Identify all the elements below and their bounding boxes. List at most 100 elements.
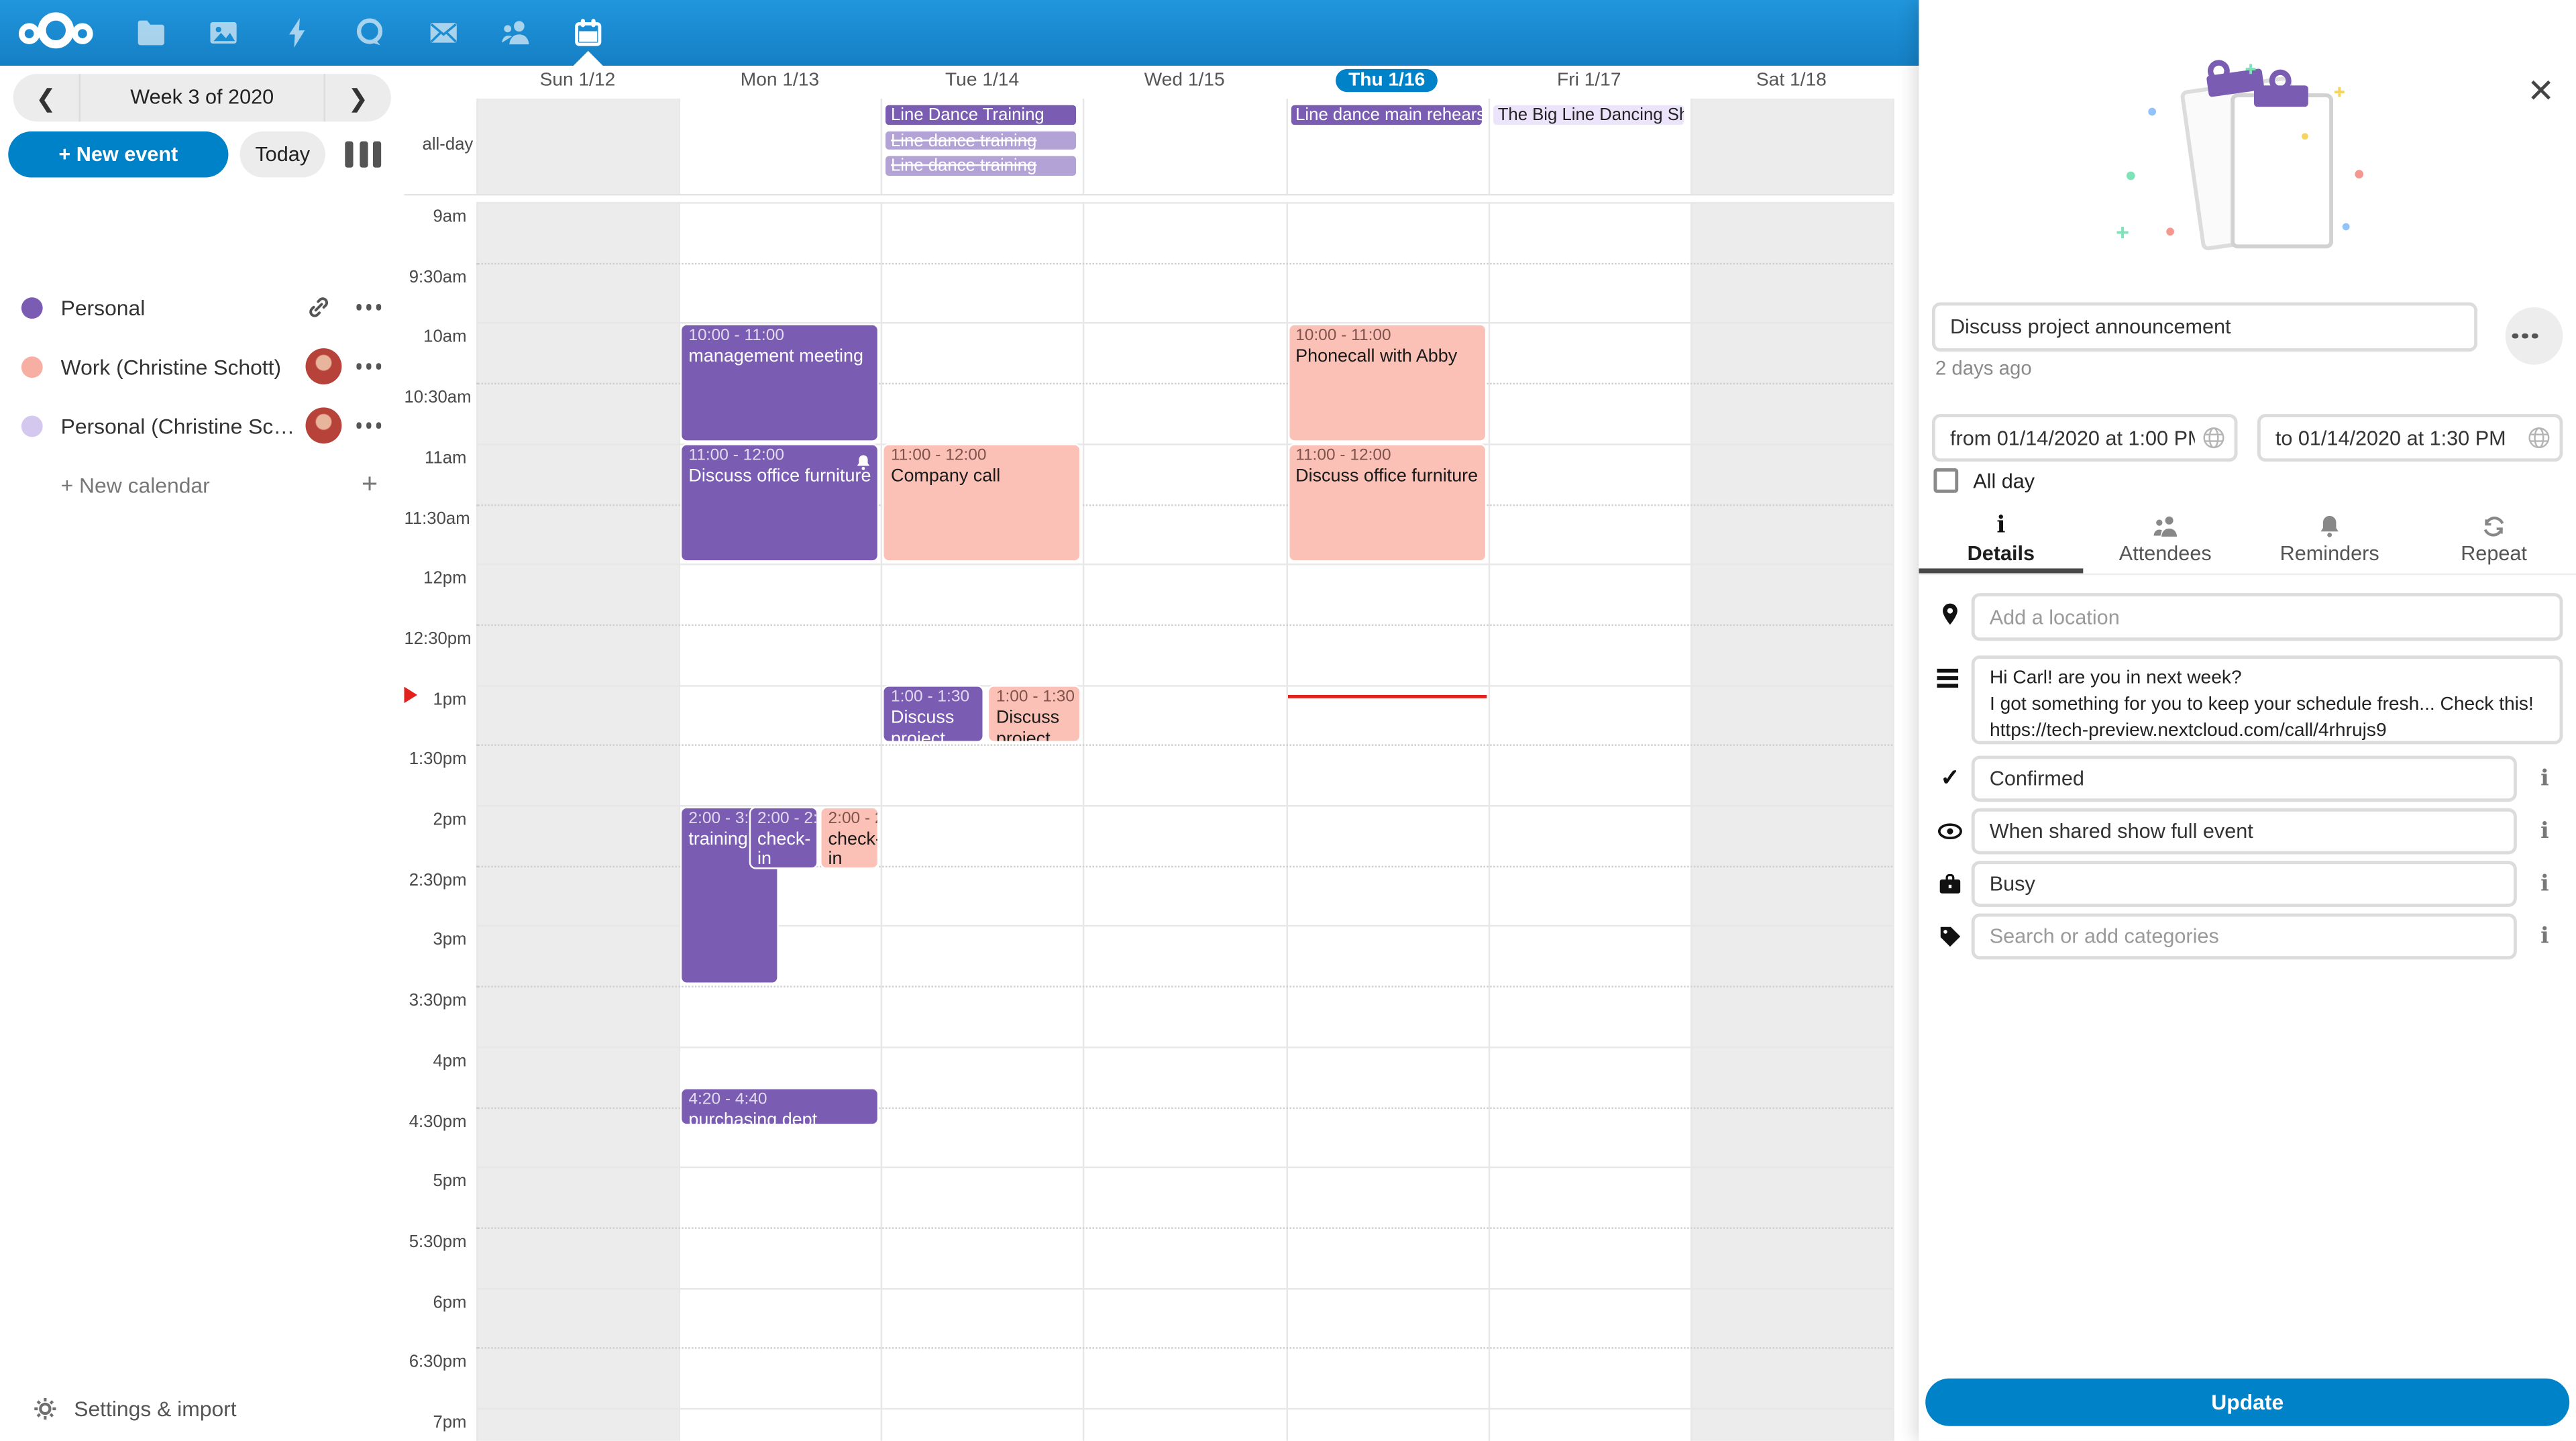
week-navigation: ❮ Week 3 of 2020 ❯: [13, 74, 391, 121]
contacts-app-icon[interactable]: [499, 16, 532, 49]
time-label: 4pm: [404, 1051, 466, 1071]
day-header[interactable]: Wed 1/15: [1083, 66, 1286, 99]
time-label: 7pm: [404, 1413, 466, 1432]
status-info-icon[interactable]: i: [2536, 765, 2553, 792]
calendar-color-dot: [21, 356, 43, 377]
settings-import-button[interactable]: Settings & import: [0, 1385, 404, 1431]
day-header[interactable]: Mon 1/13: [679, 66, 881, 99]
calendar-list-item-personal-shared[interactable]: Personal (Christine Scho...): [0, 403, 404, 449]
time-label: 6pm: [404, 1292, 466, 1312]
timezone-globe-icon[interactable]: [2202, 425, 2226, 450]
event-time: 10:00 - 11:00: [688, 327, 871, 346]
tab-attendees[interactable]: Attendees: [2083, 509, 2247, 574]
all-day-event[interactable]: The Big Line Dancing Show: [1491, 103, 1685, 125]
shared-by-avatar: [306, 407, 342, 443]
calendar-event[interactable]: 1:00 - 1:30Discuss project announcement: [883, 685, 985, 743]
new-event-button[interactable]: + New event: [8, 131, 228, 178]
photos-app-icon[interactable]: [208, 16, 241, 49]
location-input[interactable]: [1972, 593, 2563, 641]
calendar-menu-icon[interactable]: [352, 423, 381, 429]
day-header[interactable]: Tue 1/14: [881, 66, 1083, 99]
calendar-list-item-personal[interactable]: Personal: [0, 284, 404, 331]
all-day-label: all-day: [404, 135, 473, 154]
calendar-menu-icon[interactable]: [352, 364, 381, 370]
day-header[interactable]: Sun 1/12: [476, 66, 679, 99]
share-link-icon[interactable]: [306, 294, 332, 320]
calendar-event[interactable]: 2:00 - 2:30check-in: [820, 806, 879, 869]
day-header[interactable]: Thu 1/16: [1285, 66, 1488, 99]
visibility-select[interactable]: [1972, 808, 2517, 855]
event-title: management meeting: [688, 346, 871, 367]
mail-app-icon[interactable]: [427, 16, 460, 49]
all-day-checkbox[interactable]: [1933, 468, 1958, 493]
tab-repeat[interactable]: Repeat: [2412, 509, 2576, 574]
all-day-event[interactable]: Line Dance Training: [884, 103, 1078, 125]
calendar-event[interactable]: 11:00 - 12:00Discuss office furniture: [1287, 444, 1487, 562]
all-day-checkbox-label[interactable]: All day: [1973, 469, 2035, 492]
time-label: 10am: [404, 327, 466, 347]
timezone-globe-icon[interactable]: [2527, 425, 2552, 450]
column-gridline: [1083, 99, 1085, 194]
calendar-app-icon[interactable]: [572, 16, 605, 49]
day-header[interactable]: Fri 1/17: [1488, 66, 1690, 99]
today-button[interactable]: Today: [240, 131, 325, 178]
talk-app-icon[interactable]: [354, 16, 386, 49]
status-select[interactable]: [1972, 756, 2517, 802]
calendar-event[interactable]: 2:00 - 2:30check-in: [749, 806, 819, 869]
time-grid[interactable]: 9am9:30am10am10:30am11am11:30am12pm12:30…: [404, 202, 1892, 1441]
nextcloud-logo[interactable]: [16, 8, 95, 57]
calendar-event[interactable]: 1:00 - 1:30Discuss project: [988, 685, 1082, 743]
event-title: Discuss office furniture: [1295, 467, 1478, 488]
time-gridline: [476, 1348, 1892, 1349]
end-datetime-input[interactable]: [2257, 414, 2563, 462]
calendar-event[interactable]: 10:00 - 11:00management meeting: [680, 323, 879, 441]
event-title: Discuss office furniture: [688, 467, 871, 488]
editor-tabs: i Details Attendees Reminders Repeat: [1919, 509, 2576, 575]
availability-select[interactable]: [1972, 861, 2517, 907]
time-gridline: [476, 1227, 1892, 1228]
time-label: 1:30pm: [404, 749, 466, 769]
tab-details[interactable]: i Details: [1919, 509, 2083, 574]
files-app-icon[interactable]: [135, 16, 168, 49]
categories-input[interactable]: [1972, 914, 2517, 960]
week-label[interactable]: Week 3 of 2020: [79, 74, 325, 121]
calendar-event[interactable]: 11:00 - 12:00Discuss office furniture: [680, 444, 879, 562]
event-title-input[interactable]: [1932, 303, 2477, 352]
update-button[interactable]: Update: [1925, 1379, 2569, 1426]
previous-week-button[interactable]: ❮: [13, 83, 79, 113]
week-view-toggle-icon[interactable]: [345, 142, 386, 168]
new-calendar-button[interactable]: + New calendar +: [0, 462, 404, 508]
event-title: Discuss project announcement: [891, 708, 976, 743]
time-label: 3:30pm: [404, 991, 466, 1010]
current-time-marker-icon: [404, 687, 417, 703]
categories-info-icon[interactable]: i: [2536, 923, 2553, 949]
calendar-event[interactable]: 10:00 - 11:00Phonecall with Abby: [1287, 323, 1487, 441]
current-time-line: [1287, 695, 1487, 698]
all-day-event[interactable]: Line dance training: [884, 155, 1078, 177]
activity-app-icon[interactable]: [280, 16, 313, 49]
all-day-event[interactable]: Line dance training: [884, 129, 1078, 151]
more-actions-button[interactable]: [2506, 307, 2563, 365]
visibility-info-icon[interactable]: i: [2536, 818, 2553, 845]
next-week-button[interactable]: ❯: [325, 83, 391, 113]
time-gridline: [476, 986, 1892, 988]
calendar-menu-icon[interactable]: [352, 305, 381, 311]
event-time: 1:00 - 1:30: [996, 688, 1073, 708]
time-gridline: [476, 262, 1892, 264]
all-day-event[interactable]: Line dance main rehearsal: [1289, 103, 1483, 125]
event-editor-panel: ✕: [1919, 0, 2576, 1441]
availability-briefcase-icon: [1937, 871, 1963, 897]
calendar-list-item-work[interactable]: Work (Christine Schott): [0, 343, 404, 390]
column-gridline: [1892, 202, 1894, 1441]
calendar-event[interactable]: 11:00 - 12:00Company call: [883, 444, 1082, 562]
start-datetime-input[interactable]: [1932, 414, 2238, 462]
event-time: 2:00 - 2:30: [757, 809, 810, 829]
app-navigation: [135, 0, 645, 66]
description-textarea[interactable]: Hi Carl! are you in next week? I got som…: [1972, 655, 2563, 744]
tab-reminders[interactable]: Reminders: [2247, 509, 2412, 574]
day-header[interactable]: Sat 1/18: [1690, 66, 1893, 99]
column-gridline: [1285, 202, 1287, 1441]
calendar-event[interactable]: 4:20 - 4:40purchasing dept: [680, 1087, 879, 1125]
weekend-shading: [476, 99, 679, 194]
availability-info-icon[interactable]: i: [2536, 871, 2553, 897]
